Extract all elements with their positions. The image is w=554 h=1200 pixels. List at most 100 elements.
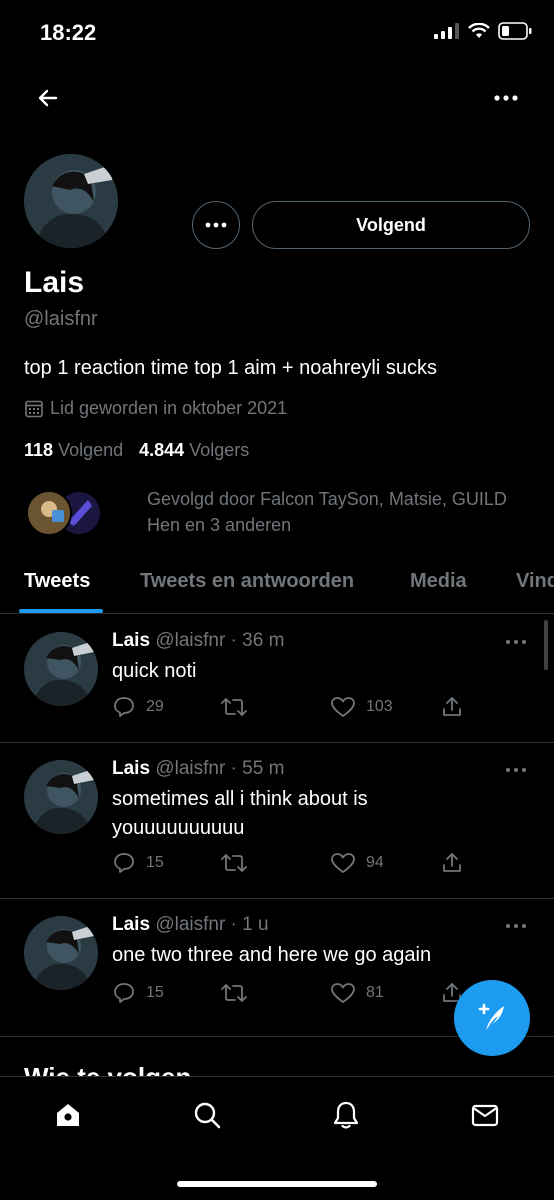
- reply-icon: [114, 983, 134, 1003]
- tweet-header: Lais @laisfnr · 55 m: [112, 758, 284, 780]
- tab-tweets-and-replies[interactable]: Tweets en antwoorden: [140, 570, 354, 593]
- reply-icon: [114, 853, 134, 873]
- tweet-text: one two three and here we go again: [112, 944, 432, 966]
- home-icon: [57, 1104, 79, 1126]
- tweet-author-name[interactable]: Lais: [112, 914, 150, 935]
- following-count: 118: [24, 440, 54, 460]
- followed-by-text[interactable]: Gevolgd door Falcon TaySon, Matsie, GUIL…: [147, 486, 537, 538]
- reply-count: 29: [146, 698, 164, 715]
- reply-button[interactable]: 15: [112, 851, 164, 875]
- followers-count: 4.844: [139, 440, 185, 460]
- following-button[interactable]: Volgend: [252, 201, 530, 249]
- tweet[interactable]: Lais @laisfnr · 55 m sometimes all i thi…: [0, 743, 554, 899]
- like-count: 103: [366, 698, 393, 715]
- tweet-more-icon[interactable]: [504, 921, 528, 931]
- like-button[interactable]: 81: [330, 981, 384, 1005]
- avatar-image: [24, 154, 118, 248]
- followed-by-line: Gevolgd door Falcon TaySon, Matsie, GUIL…: [147, 489, 507, 509]
- wifi-icon: [468, 23, 490, 38]
- tweet-meta: @laisfnr · 36 m: [155, 630, 285, 651]
- tab-tweets[interactable]: Tweets: [24, 570, 90, 593]
- profile-bio: top 1 reaction time top 1 aim + noahreyl…: [24, 357, 437, 379]
- tweet-author-name[interactable]: Lais: [112, 758, 150, 779]
- tweet-actions: 15 81: [112, 981, 472, 1011]
- reply-count: 15: [146, 984, 164, 1001]
- more-options-button[interactable]: [488, 80, 524, 116]
- tweet-meta: @laisfnr · 1 u: [155, 914, 269, 935]
- like-button[interactable]: 94: [330, 851, 384, 875]
- profile-more-button[interactable]: [192, 201, 240, 249]
- tweet-author-name[interactable]: Lais: [112, 630, 150, 651]
- more-icon: [205, 222, 227, 228]
- nav-search[interactable]: [187, 1095, 227, 1135]
- user-handle: @laisfnr: [24, 308, 98, 330]
- retweet-icon: [221, 984, 247, 1002]
- tab-likes[interactable]: Vind ik leuk: [516, 570, 554, 593]
- share-icon: [443, 697, 461, 716]
- joined-date-text: Lid geworden in oktober 2021: [50, 398, 288, 418]
- tab-media[interactable]: Media: [410, 570, 467, 593]
- battery-icon: [498, 22, 532, 40]
- following-stat[interactable]: 118 Volgend: [24, 440, 123, 461]
- tweet-avatar[interactable]: [24, 916, 98, 990]
- nav-home[interactable]: [48, 1095, 88, 1135]
- display-name: Lais: [24, 266, 85, 299]
- share-button[interactable]: [440, 695, 464, 719]
- tweet-actions: 29 103: [112, 695, 472, 725]
- like-button[interactable]: 103: [330, 695, 393, 719]
- retweet-button[interactable]: [220, 695, 248, 719]
- tweet-more-icon[interactable]: [504, 765, 528, 775]
- like-count: 94: [366, 854, 384, 871]
- retweet-icon: [221, 854, 247, 872]
- retweet-icon: [221, 698, 247, 716]
- reply-count: 15: [146, 854, 164, 871]
- reply-button[interactable]: 15: [112, 981, 164, 1005]
- retweet-button[interactable]: [220, 851, 248, 875]
- following-label: Volgend: [58, 440, 124, 460]
- followed-by-avatars[interactable]: [26, 490, 106, 538]
- calendar-icon: [25, 400, 43, 417]
- tweet-text: sometimes all i think about is youuuuuuu…: [112, 788, 368, 839]
- bottom-navigation: [0, 1076, 554, 1200]
- active-tab-indicator: [19, 609, 103, 613]
- tweet-header: Lais @laisfnr · 36 m: [112, 630, 284, 652]
- search-icon: [194, 1102, 221, 1129]
- share-icon: [443, 853, 461, 872]
- status-icons: [434, 22, 532, 40]
- share-button[interactable]: [440, 851, 464, 875]
- tweet-avatar[interactable]: [24, 760, 98, 834]
- profile-tabs: Tweets Tweets en antwoorden Media Vind i…: [0, 560, 554, 614]
- nav-notifications[interactable]: [326, 1095, 366, 1135]
- more-icon: [494, 95, 518, 101]
- tweet-header: Lais @laisfnr · 1 u: [112, 914, 269, 936]
- tweet-meta: @laisfnr · 55 m: [155, 758, 285, 779]
- back-arrow-icon: [38, 89, 58, 107]
- like-icon: [331, 853, 355, 873]
- profile-avatar[interactable]: [24, 154, 118, 248]
- tweet-more-icon[interactable]: [504, 637, 528, 647]
- status-time: 18:22: [40, 20, 97, 45]
- follower-avatar: [26, 490, 72, 536]
- home-indicator[interactable]: [177, 1181, 377, 1187]
- bell-icon: [333, 1101, 359, 1129]
- tweet-actions: 15 94: [112, 851, 472, 881]
- nav-messages[interactable]: [465, 1095, 505, 1135]
- followed-by-line: Hen en 3 anderen: [147, 515, 292, 535]
- mail-icon: [471, 1104, 499, 1127]
- followers-label: Volgers: [189, 440, 250, 460]
- cellular-icon: [434, 23, 459, 39]
- tweet[interactable]: Lais @laisfnr · 36 m quick noti 29 103: [0, 615, 554, 743]
- compose-icon: [478, 1003, 504, 1030]
- like-count: 81: [366, 984, 384, 1001]
- like-icon: [331, 697, 355, 717]
- followers-stat[interactable]: 4.844 Volgers: [139, 440, 249, 461]
- follow-stats: 118 Volgend 4.844 Volgers: [24, 440, 249, 461]
- reply-button[interactable]: 29: [112, 695, 164, 719]
- tweet-avatar[interactable]: [24, 632, 98, 706]
- joined-date: Lid geworden in oktober 2021: [24, 398, 287, 419]
- tweet-text: quick noti: [112, 660, 197, 682]
- compose-tweet-button[interactable]: [454, 980, 530, 1056]
- back-button[interactable]: [30, 80, 66, 116]
- reply-icon: [114, 697, 134, 717]
- retweet-button[interactable]: [220, 981, 248, 1005]
